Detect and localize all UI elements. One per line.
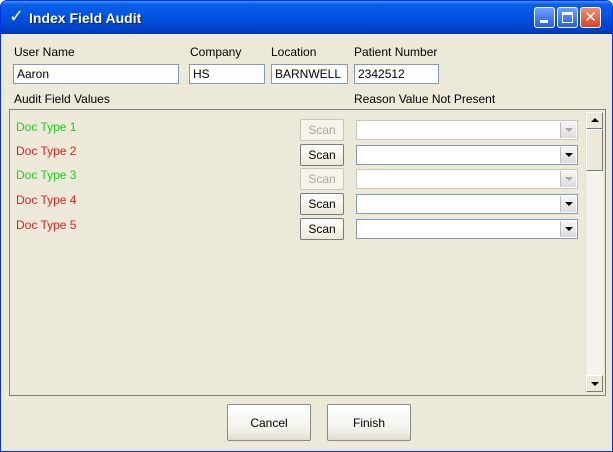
patient-number-field[interactable]: 2342512 xyxy=(354,64,439,84)
audit-fields-panel: Doc Type 1 Scan Doc Type 2 Scan Doc Type… xyxy=(9,109,606,396)
location-field[interactable]: BARNWELL xyxy=(271,64,348,84)
close-icon: ✕ xyxy=(584,8,597,26)
doc-type-5-label: Doc Type 5 xyxy=(16,218,77,232)
user-name-label: User Name xyxy=(14,45,75,59)
chevron-down-icon xyxy=(565,153,573,157)
window-title: Index Field Audit xyxy=(29,10,142,26)
patient-number-label: Patient Number xyxy=(354,45,438,59)
scan-button-doc-type-3[interactable]: Scan xyxy=(300,168,344,190)
scan-button-doc-type-5[interactable]: Scan xyxy=(300,218,344,240)
minimize-button[interactable] xyxy=(534,7,555,28)
dropdown-button[interactable] xyxy=(560,147,576,163)
index-field-audit-window: ✓ Index Field Audit ✕ User Name Aaron Co… xyxy=(0,0,613,452)
reason-dropdown-doc-type-1[interactable] xyxy=(356,120,578,140)
reason-value-not-present-label: Reason Value Not Present xyxy=(354,92,496,106)
reason-dropdown-doc-type-5[interactable] xyxy=(356,219,578,239)
check-icon: ✓ xyxy=(9,6,25,27)
doc-type-2-label: Doc Type 2 xyxy=(16,144,77,158)
cancel-button[interactable]: Cancel xyxy=(227,404,311,441)
dropdown-button[interactable] xyxy=(560,196,576,212)
scrollbar-thumb[interactable] xyxy=(586,129,603,171)
minimize-icon xyxy=(540,20,548,23)
user-name-field[interactable]: Aaron xyxy=(13,64,179,84)
maximize-button[interactable] xyxy=(557,7,578,28)
chevron-up-icon xyxy=(591,118,599,122)
dropdown-button[interactable] xyxy=(560,122,576,138)
chevron-down-icon xyxy=(565,128,573,132)
title-bar[interactable]: ✓ Index Field Audit ✕ xyxy=(1,1,612,34)
doc-type-4-label: Doc Type 4 xyxy=(16,193,77,207)
doc-type-3-label: Doc Type 3 xyxy=(16,168,77,182)
location-label: Location xyxy=(271,45,317,59)
chevron-down-icon xyxy=(591,382,599,386)
vertical-scrollbar[interactable] xyxy=(585,112,603,392)
finish-button[interactable]: Finish xyxy=(327,404,411,441)
dropdown-button[interactable] xyxy=(560,221,576,237)
chevron-down-icon xyxy=(565,227,573,231)
reason-dropdown-doc-type-4[interactable] xyxy=(356,194,578,214)
reason-dropdown-doc-type-3[interactable] xyxy=(356,169,578,189)
scan-button-doc-type-1[interactable]: Scan xyxy=(300,119,344,141)
company-label: Company xyxy=(190,45,242,59)
scroll-down-button[interactable] xyxy=(586,375,603,392)
audit-field-values-label: Audit Field Values xyxy=(14,92,110,106)
close-button[interactable]: ✕ xyxy=(580,7,601,28)
reason-dropdown-doc-type-2[interactable] xyxy=(356,145,578,165)
chevron-down-icon xyxy=(565,177,573,181)
dropdown-button[interactable] xyxy=(560,171,576,187)
maximize-icon xyxy=(562,12,573,23)
scan-button-doc-type-2[interactable]: Scan xyxy=(300,144,344,166)
scan-button-doc-type-4[interactable]: Scan xyxy=(300,193,344,215)
doc-type-1-label: Doc Type 1 xyxy=(16,120,77,134)
scroll-up-button[interactable] xyxy=(586,112,603,129)
chevron-down-icon xyxy=(565,202,573,206)
company-field[interactable]: HS xyxy=(189,64,265,84)
